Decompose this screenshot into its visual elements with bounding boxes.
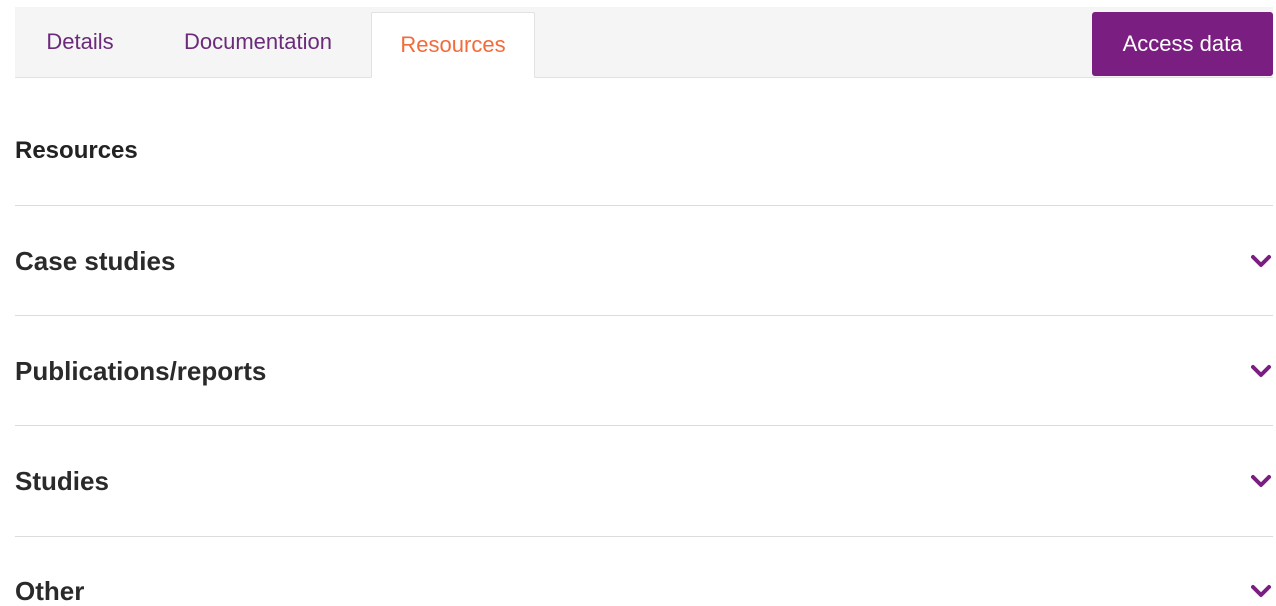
tab-bar: Details Documentation Resources Access d…: [15, 0, 1273, 78]
divider: [15, 315, 1273, 316]
chevron-down-icon[interactable]: [1251, 253, 1271, 269]
accordion-label: Publications/reports: [15, 355, 267, 386]
resources-page: Details Documentation Resources Access d…: [0, 0, 1276, 606]
accordion-label: Other: [15, 575, 85, 606]
chevron-down-icon[interactable]: [1251, 363, 1271, 379]
accordion-case-studies[interactable]: Case studies: [15, 231, 1273, 291]
divider: [15, 205, 1273, 206]
chevron-down-icon[interactable]: [1251, 583, 1271, 599]
tab-documentation[interactable]: Documentation: [145, 7, 371, 77]
divider: [15, 536, 1273, 537]
accordion-label: Case studies: [15, 245, 176, 276]
accordion-label: Studies: [15, 465, 109, 496]
accordion-studies[interactable]: Studies: [15, 451, 1273, 511]
access-data-button[interactable]: Access data: [1092, 12, 1273, 76]
tab-resources[interactable]: Resources: [371, 12, 535, 78]
page-title: Resources: [15, 137, 138, 164]
chevron-down-icon[interactable]: [1251, 473, 1271, 489]
tab-details[interactable]: Details: [15, 7, 145, 77]
accordion-other[interactable]: Other: [15, 561, 1273, 606]
divider: [15, 425, 1273, 426]
accordion-publications-reports[interactable]: Publications/reports: [15, 341, 1273, 401]
